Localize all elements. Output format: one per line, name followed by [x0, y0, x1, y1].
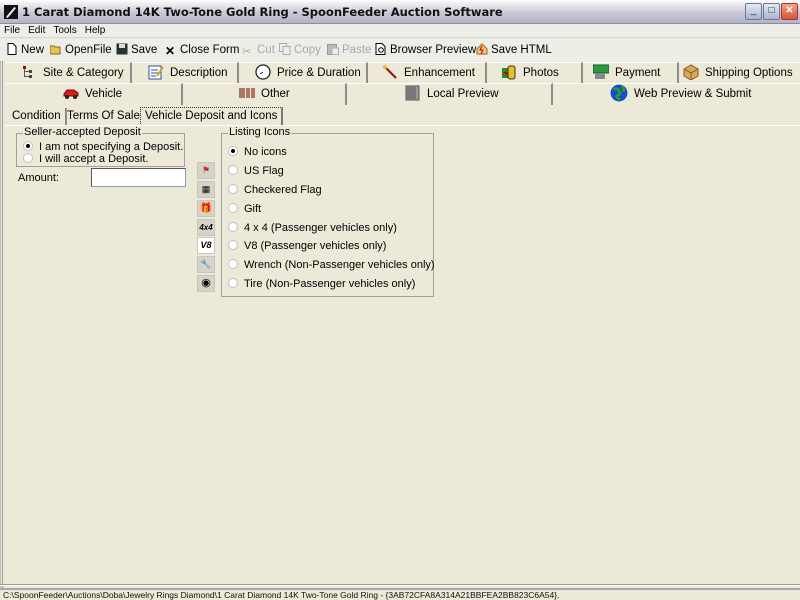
money-icon — [593, 64, 609, 79]
save-html-icon — [476, 43, 488, 55]
tab-enhancement[interactable]: Enhancement — [368, 62, 487, 83]
new-document-icon — [7, 43, 17, 55]
divider — [0, 584, 800, 586]
icon-option-v8[interactable]: V8 (Passenger vehicles only) — [228, 240, 386, 253]
radio-button[interactable] — [228, 203, 238, 213]
menu-edit[interactable]: Edit — [24, 24, 49, 38]
icon-option-4x4[interactable]: 4 x 4 (Passenger vehicles only) — [228, 222, 397, 235]
monitor-icon — [405, 85, 420, 101]
listing-icons-group: Listing Icons No icons US Flag Checkered… — [221, 126, 435, 297]
tab-site-category[interactable]: Site & Category — [5, 62, 132, 83]
radio-button[interactable] — [23, 153, 33, 163]
new-button[interactable]: New — [6, 42, 44, 58]
save-html-button[interactable]: Save HTML — [476, 42, 552, 58]
v8-icon: V8 — [197, 237, 215, 254]
paste-icon — [327, 44, 339, 55]
menu-file[interactable]: File — [0, 24, 24, 38]
listing-icons-group-label: Listing Icons — [228, 126, 292, 138]
notepad-pencil-icon — [148, 65, 164, 80]
radio-button[interactable] — [228, 165, 238, 175]
browser-preview-icon — [375, 43, 386, 55]
magic-wand-icon — [383, 65, 397, 79]
tab-web-preview-submit[interactable]: Web Preview & Submit — [553, 83, 800, 105]
subtab-vehicle-deposit-icons[interactable]: Vehicle Deposit and Icons — [140, 107, 284, 126]
tab-vehicle[interactable]: Vehicle — [5, 83, 183, 105]
wrench-icon: 🔧 — [197, 256, 215, 273]
close-button[interactable]: ✕ — [781, 3, 798, 20]
scissors-icon: ✂ — [242, 46, 252, 58]
tab-local-preview[interactable]: Local Preview — [347, 83, 553, 105]
tab-photos[interactable]: Photos — [487, 62, 583, 83]
icon-option-gift[interactable]: Gift — [228, 203, 261, 216]
minimize-button[interactable]: _ — [745, 3, 762, 20]
icon-option-wrench[interactable]: Wrench (Non-Passenger vehicles only) — [228, 259, 435, 272]
tab-description[interactable]: Description — [132, 62, 239, 83]
tab-payment[interactable]: Payment — [583, 62, 679, 83]
us-flag-icon: ⚑ — [197, 162, 215, 179]
paste-button[interactable]: Paste — [327, 42, 371, 58]
package-icon — [683, 64, 699, 80]
deposit-group-label: Seller-accepted Deposit — [23, 126, 142, 138]
menu-bar: File Edit Tools Help — [0, 24, 800, 38]
close-form-button[interactable]: ✕ Close Form — [165, 42, 239, 58]
icon-option-tire[interactable]: Tire (Non-Passenger vehicles only) — [228, 278, 415, 291]
main-tabs-row-2: Vehicle Other Local Preview Web Preview … — [5, 83, 800, 105]
film-roll-icon — [502, 65, 516, 80]
4x4-icon: 4x4 — [197, 219, 215, 236]
menu-help[interactable]: Help — [81, 24, 110, 38]
app-icon — [4, 5, 18, 19]
deposit-group: Seller-accepted Deposit I am not specify… — [16, 126, 185, 167]
radio-button[interactable] — [228, 259, 238, 269]
deposit-option-accept[interactable]: I will accept a Deposit. — [23, 153, 148, 166]
radio-button[interactable] — [228, 278, 238, 288]
icon-option-us-flag[interactable]: US Flag — [228, 165, 284, 178]
tree-icon — [23, 66, 32, 78]
floppy-disk-icon — [116, 43, 128, 55]
tab-other[interactable]: Other — [183, 83, 347, 105]
globe-icon — [610, 84, 628, 102]
gift-icon: 🎁 — [197, 200, 215, 217]
radio-button[interactable] — [23, 141, 33, 151]
menu-tools[interactable]: Tools — [49, 24, 80, 38]
tire-icon: ◉ — [197, 275, 215, 292]
copy-icon — [279, 43, 291, 55]
subtab-condition[interactable]: Condition — [8, 108, 67, 126]
radio-button[interactable] — [228, 222, 238, 232]
status-bar-path: C:\SpoonFeeder\Auctions\Doba\Jewelry Rin… — [0, 588, 800, 600]
subtab-terms-of-sale[interactable]: Terms Of Sale — [63, 108, 146, 126]
amount-input[interactable] — [91, 168, 186, 187]
toolbar: New OpenFile Save ✕ Close Form ✂ Cut Copy … — [0, 39, 800, 61]
radio-button[interactable] — [228, 184, 238, 194]
tab-price-duration[interactable]: Price & Duration — [239, 62, 368, 83]
clock-icon — [255, 64, 271, 80]
cut-button[interactable]: ✂ Cut — [242, 42, 275, 58]
open-file-button[interactable]: OpenFile — [50, 42, 112, 58]
icon-option-no-icons[interactable]: No icons — [228, 146, 287, 159]
copy-button[interactable]: Copy — [279, 42, 321, 58]
main-tabs-row-1: Site & Category Description Price & Dura… — [5, 62, 800, 83]
radio-button[interactable] — [228, 146, 238, 156]
red-car-icon — [63, 89, 79, 99]
open-folder-icon — [50, 45, 61, 55]
close-x-icon: ✕ — [165, 44, 176, 58]
checkered-flag-icon: ▦ — [197, 181, 215, 198]
amount-label: Amount: — [18, 172, 59, 184]
tab-shipping-options[interactable]: Shipping Options — [679, 62, 800, 83]
title-bar[interactable]: 1 Carat Diamond 14K Two-Tone Gold Ring -… — [0, 0, 800, 24]
barcode-icon — [239, 88, 255, 98]
save-button[interactable]: Save — [116, 42, 157, 58]
radio-button[interactable] — [228, 240, 238, 250]
window-edge — [0, 61, 3, 588]
window-title: 1 Carat Diamond 14K Two-Tone Gold Ring -… — [22, 5, 503, 19]
browser-preview-button[interactable]: Browser Preview — [375, 42, 476, 58]
icon-option-checkered-flag[interactable]: Checkered Flag — [228, 184, 322, 197]
maximize-button[interactable]: □ — [763, 3, 780, 20]
